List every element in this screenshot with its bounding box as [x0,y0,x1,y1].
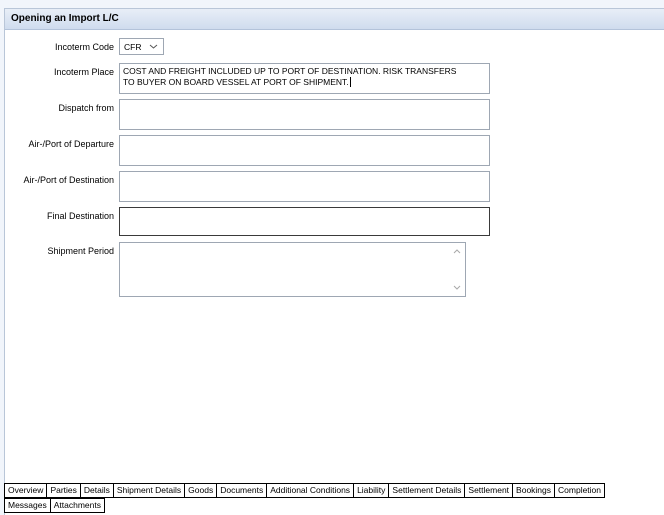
shipment-period-textarea[interactable] [119,242,466,297]
incoterm-code-value: CFR [124,42,142,52]
incoterm-code-select[interactable]: CFR [119,38,164,55]
tab-documents[interactable]: Documents [216,483,268,498]
final-destination-label: Final Destination [46,211,114,221]
tab-settlement[interactable]: Settlement [464,483,514,498]
tab-row-2: Messages Attachments [4,498,664,513]
chevron-down-icon[interactable] [453,285,461,291]
incoterm-place-label: Incoterm Place [53,67,114,77]
text-caret [349,77,351,87]
incoterm-place-line-1: COST AND FREIGHT INCLUDED UP TO PORT OF … [123,66,457,76]
tab-additional-conditions[interactable]: Additional Conditions [266,483,355,498]
port-departure-label: Air-/Port of Departure [28,139,114,149]
final-destination-field[interactable] [119,207,490,236]
incoterm-place-line-2: TO BUYER ON BOARD VESSEL AT PORT OF SHIP… [123,77,351,87]
port-destination-label: Air-/Port of Destination [23,175,114,185]
tab-row-1: Overview Parties Details Shipment Detail… [4,483,664,498]
port-destination-field[interactable] [119,171,490,202]
tab-liability[interactable]: Liability [353,483,390,498]
window-title: Opening an Import L/C [11,13,119,24]
tab-overview[interactable]: Overview [4,483,48,498]
chevron-down-icon [149,44,158,49]
tab-bar: Overview Parties Details Shipment Detail… [4,483,664,513]
tab-bookings[interactable]: Bookings [512,483,556,498]
tab-completion[interactable]: Completion [554,483,606,498]
dispatch-from-label: Dispatch from [58,103,114,113]
tab-messages[interactable]: Messages [4,498,51,513]
tab-shipment-details[interactable]: Shipment Details [112,483,186,498]
shipment-period-label: Shipment Period [47,246,114,256]
tab-parties[interactable]: Parties [46,483,81,498]
tab-details[interactable]: Details [79,483,114,498]
incoterm-code-label: Incoterm Code [54,42,114,52]
title-bar: Opening an Import L/C [5,9,664,30]
dispatch-from-field[interactable] [119,99,490,130]
port-departure-field[interactable] [119,135,490,166]
tab-goods[interactable]: Goods [184,483,218,498]
tab-attachments[interactable]: Attachments [49,498,105,513]
chevron-up-icon[interactable] [453,248,461,254]
lc-window: Opening an Import L/C Incoterm Code CFR … [4,8,664,515]
tab-settlement-details[interactable]: Settlement Details [388,483,466,498]
incoterm-place-field[interactable]: COST AND FREIGHT INCLUDED UP TO PORT OF … [119,63,490,94]
